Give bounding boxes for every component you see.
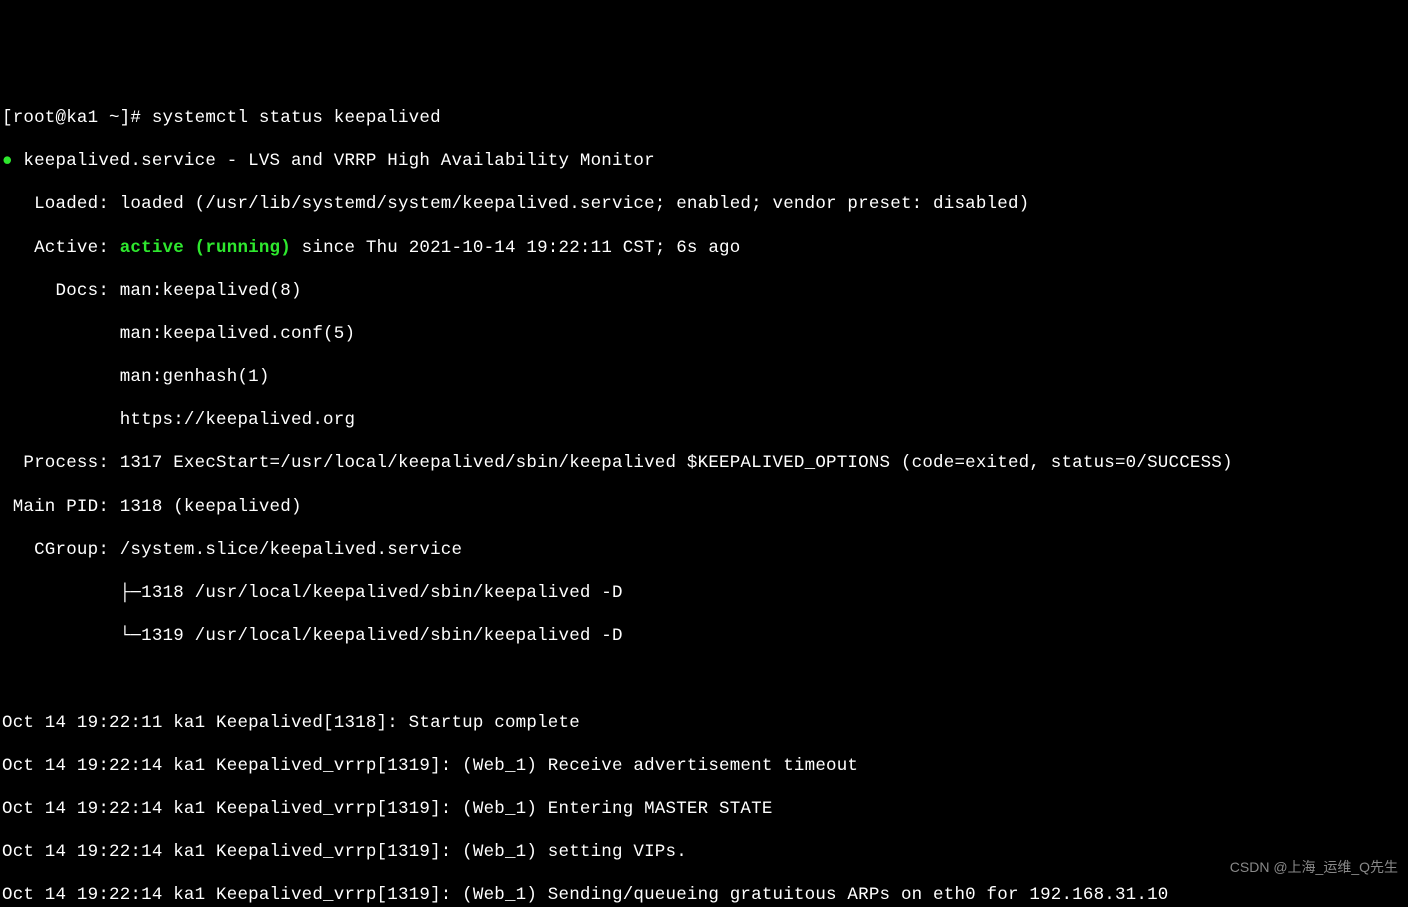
status-bullet-icon: ● [2, 151, 13, 171]
log-line: Oct 14 19:22:14 ka1 Keepalived_vrrp[1319… [2, 756, 1406, 778]
cgroup-child-line: └─1319 /usr/local/keepalived/sbin/keepal… [2, 626, 1406, 648]
watermark-text: CSDN @上海_运维_Q先生 [1230, 857, 1398, 879]
log-line: Oct 14 19:22:14 ka1 Keepalived_vrrp[1319… [2, 799, 1406, 821]
docs-line: https://keepalived.org [2, 410, 1406, 432]
active-value: active (running) [120, 238, 291, 258]
prompt-prefix: [ [2, 108, 13, 128]
cgroup-child-line: ├─1318 /usr/local/keepalived/sbin/keepal… [2, 583, 1406, 605]
active-line: Active: active (running) since Thu 2021-… [2, 238, 1406, 260]
active-since: since Thu 2021-10-14 19:22:11 CST; 6s ag… [291, 238, 740, 258]
unit-line: ● keepalived.service - LVS and VRRP High… [2, 151, 1406, 173]
docs-line: man:keepalived.conf(5) [2, 324, 1406, 346]
process-line: Process: 1317 ExecStart=/usr/local/keepa… [2, 453, 1406, 475]
log-line: Oct 14 19:22:11 ka1 Keepalived[1318]: St… [2, 713, 1406, 735]
active-label: Active: [2, 238, 120, 258]
log-line: Oct 14 19:22:14 ka1 Keepalived_vrrp[1319… [2, 885, 1406, 907]
prompt-path: ~ [109, 108, 120, 128]
terminal-output[interactable]: [root@ka1 ~]# systemctl status keepalive… [0, 86, 1408, 907]
cgroup-line: CGroup: /system.slice/keepalived.service [2, 540, 1406, 562]
blank-line [2, 669, 1406, 691]
docs-line: man:genhash(1) [2, 367, 1406, 389]
prompt-command: systemctl status keepalived [152, 108, 441, 128]
loaded-line: Loaded: loaded (/usr/lib/systemd/system/… [2, 194, 1406, 216]
docs-line: Docs: man:keepalived(8) [2, 281, 1406, 303]
unit-name: keepalived.service - LVS and VRRP High A… [23, 151, 654, 171]
prompt-host: ka1 [66, 108, 98, 128]
prompt-user: root [13, 108, 56, 128]
prompt-line-1: [root@ka1 ~]# systemctl status keepalive… [2, 108, 1406, 130]
mainpid-line: Main PID: 1318 (keepalived) [2, 497, 1406, 519]
log-line: Oct 14 19:22:14 ka1 Keepalived_vrrp[1319… [2, 842, 1406, 864]
